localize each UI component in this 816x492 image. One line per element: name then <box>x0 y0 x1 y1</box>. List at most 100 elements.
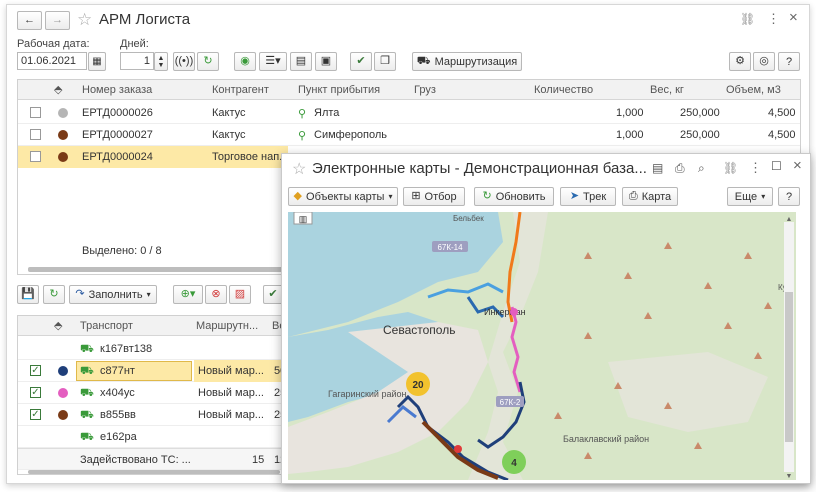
table-row[interactable]: ✓ ⛟ х404ус Новый мар... 25 <box>18 382 286 404</box>
map-scroll-thumb <box>785 292 793 442</box>
map-objects-icon: ◆ <box>293 190 303 202</box>
help-button[interactable]: ? <box>778 52 800 71</box>
order-number: ЕРТД0000027 <box>82 129 153 141</box>
row-checkbox[interactable] <box>30 107 41 118</box>
map-button[interactable]: ⎙ Карта <box>622 187 678 206</box>
refresh-icon: ↻ <box>482 190 492 202</box>
orders-col-destination: Пункт прибытия <box>298 84 381 96</box>
map-canvas[interactable]: 67К-14 67К-2 Севастополь Гагаринский рай… <box>288 212 796 480</box>
refresh-label: Обновить <box>495 190 546 203</box>
favorite-star-icon[interactable]: ☆ <box>292 159 306 179</box>
order-counterparty: Торговое нап... <box>212 151 289 163</box>
order-counterparty: Кактус <box>212 129 246 141</box>
transport-route: Новый мар... <box>198 387 264 399</box>
settings-icon[interactable]: ⚙ <box>729 52 751 71</box>
window-title: АРМ Логиста <box>99 11 191 28</box>
map-scroll-up-icon: ▲ <box>786 216 793 223</box>
map-globe-icon[interactable]: ◉ <box>234 52 256 71</box>
link-icon[interactable]: ⛓ <box>723 161 738 175</box>
days-stepper[interactable]: ▲ ▼ <box>154 52 168 71</box>
orders-col-number: Номер заказа <box>82 84 153 96</box>
row-color-dot <box>58 152 68 162</box>
routing-button[interactable]: ⛟ Маршрутизация <box>412 52 522 71</box>
config-icon[interactable]: ◎ <box>753 52 775 71</box>
remove-doc-icon[interactable]: ▨ <box>229 285 251 304</box>
map-cluster-label: 20 <box>412 380 424 391</box>
row-checkbox-checked[interactable]: ✓ <box>30 409 41 420</box>
road-label-67k14: 67К-14 <box>437 243 463 252</box>
transport-scrollbar[interactable] <box>28 470 280 474</box>
settings-doc-icon[interactable]: ▣ <box>315 52 337 71</box>
list-dropdown-icon[interactable]: ☰▾ <box>259 52 287 71</box>
row-checkbox-checked[interactable]: ✓ <box>30 387 41 398</box>
table-row[interactable]: ⛟ к167вт138 <box>18 338 284 360</box>
truck-icon: ⛟ <box>80 431 94 443</box>
routing-icon: ⛟ <box>416 55 431 67</box>
table-row-selected[interactable]: ✓ ⛟ с877нт Новый мар... 50 <box>18 360 286 382</box>
close-icon[interactable]: × <box>789 9 798 26</box>
back-button[interactable]: ← <box>17 11 42 30</box>
orders-col-qty: Количество <box>534 84 594 96</box>
track-button[interactable]: ➤ Трек <box>560 187 616 206</box>
track-icon: ➤ <box>569 190 580 202</box>
preview-icon[interactable]: ⌕ <box>698 161 705 176</box>
transport-name: с877нт <box>100 365 135 377</box>
table-row[interactable]: ЕРТД0000026 Кактус ⚲ Ялта 1,000 250,000 … <box>18 102 800 124</box>
link-icon[interactable]: ⛓ <box>740 12 755 26</box>
broadcast-icon[interactable]: ((•)) <box>173 52 195 71</box>
refresh-icon[interactable]: ↻ <box>43 285 65 304</box>
save-icon[interactable]: 💾 <box>17 285 39 304</box>
help-button[interactable]: ? <box>778 187 800 206</box>
table-row[interactable]: ЕРТД0000027 Кактус ⚲ Симферополь 1,000 2… <box>18 124 800 146</box>
map-window-title: Электронные карты - Демонстрационная баз… <box>312 160 647 177</box>
close-icon[interactable]: × <box>793 157 802 174</box>
truck-icon: ⛟ <box>80 387 94 399</box>
transport-route: Новый мар... <box>198 409 264 421</box>
maximize-icon[interactable]: ☐ <box>771 159 782 173</box>
order-volume: 4,500 <box>768 107 796 119</box>
orders-col-volume: Объем, м3 <box>726 84 781 96</box>
map-district-label: Гагаринский район <box>328 389 407 399</box>
check-doc-icon[interactable]: ✔ <box>263 285 283 304</box>
row-checkbox[interactable] <box>30 151 41 162</box>
table-row[interactable]: ✓ ⛟ в855вв Новый мар... 25 <box>18 404 286 426</box>
transport-header: ⬘ Транспорт Маршрутн... Ве <box>18 316 285 336</box>
copy-icon[interactable]: ❐ <box>374 52 396 71</box>
forward-button[interactable]: → <box>45 11 70 30</box>
filter-button[interactable]: ⊞ Отбор <box>403 187 465 206</box>
row-color-dot <box>58 130 68 140</box>
days-input[interactable]: 1 <box>120 52 154 70</box>
save-icon[interactable]: ▤ <box>652 161 663 175</box>
more-icon[interactable]: ⋮ <box>767 11 780 27</box>
row-checkbox-checked[interactable]: ✓ <box>30 365 41 376</box>
refresh-icon[interactable]: ↻ <box>197 52 219 71</box>
calendar-icon[interactable]: ▦ <box>88 52 106 71</box>
map-district-label: Балаклавский район <box>563 434 649 444</box>
map-label: Карта <box>641 190 672 203</box>
favorite-star-icon[interactable]: ☆ <box>77 10 92 30</box>
map-village-label: Бельбек <box>453 214 484 223</box>
report-icon[interactable]: ▤ <box>290 52 312 71</box>
truck-icon: ⛟ <box>80 409 94 421</box>
more-icon[interactable]: ⋮ <box>749 160 762 176</box>
more-button[interactable]: Еще ▾ <box>727 187 773 206</box>
table-row[interactable]: ⛟ е162ра <box>18 426 284 448</box>
refresh-button[interactable]: ↻ Обновить <box>474 187 554 206</box>
row-color-dot <box>58 366 68 376</box>
row-checkbox[interactable] <box>30 129 41 140</box>
fill-button[interactable]: ↷ Заполнить ▾ <box>69 285 157 304</box>
map-objects-button[interactable]: ◆ Объекты карты ▾ <box>288 187 398 206</box>
track-label: Трек <box>583 190 607 203</box>
order-qty: 1,000 <box>616 129 644 141</box>
print-icon[interactable]: ⎙ <box>675 161 685 176</box>
date-input[interactable]: 01.06.2021 <box>17 52 87 70</box>
check-doc-icon[interactable]: ✔ <box>350 52 372 71</box>
order-destination: Ялта <box>314 107 340 119</box>
fill-icon: ↷ <box>75 288 85 300</box>
delete-icon[interactable]: ⊗ <box>205 285 227 304</box>
routing-label: Маршрутизация <box>434 55 518 68</box>
add-dropdown-button[interactable]: ⊕▾ <box>173 285 203 304</box>
orders-header: ⬘ Номер заказа Контрагент Пункт прибытия… <box>18 80 800 100</box>
transport-col-name: Транспорт <box>80 320 133 332</box>
orders-col-counterparty: Контрагент <box>212 84 269 96</box>
